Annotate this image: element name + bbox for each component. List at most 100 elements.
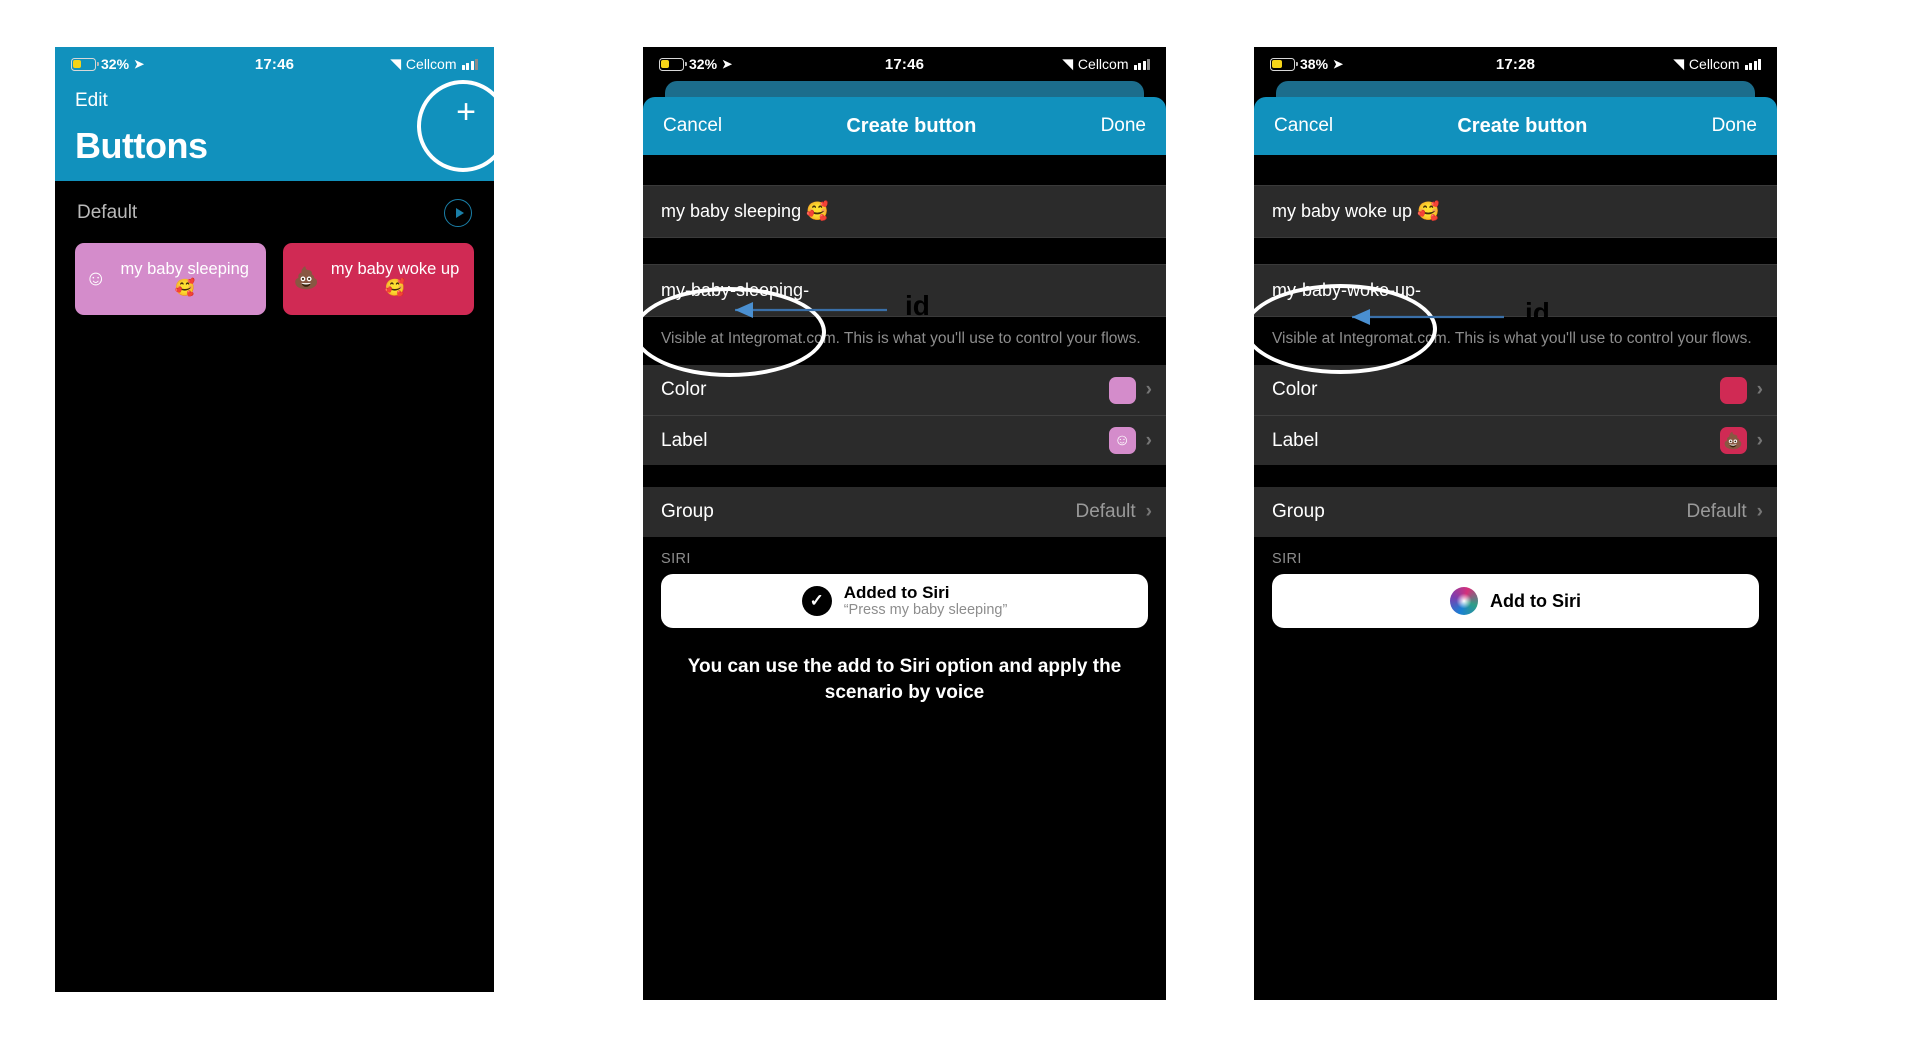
status-bar-right: ◥ Cellcom: [1535, 56, 1761, 72]
carrier-name: Cellcom: [1077, 56, 1129, 72]
group-row-value: Default: [1075, 501, 1136, 523]
color-row[interactable]: Color ›: [643, 365, 1166, 416]
chevron-right-icon: ›: [1145, 429, 1152, 451]
siri-section-label: SIRI: [1254, 537, 1777, 575]
create-button-form: my baby woke up 🥰 my-baby-woke-up- Visib…: [1254, 155, 1777, 629]
group-row[interactable]: Group Default ›: [643, 487, 1166, 538]
label-emoji-swatch: ☺: [1108, 427, 1136, 455]
siri-button-title: Added to Siri: [843, 582, 950, 602]
status-bar-left: 32% ➤: [71, 56, 255, 72]
label-emoji-swatch: 💩: [1719, 427, 1747, 455]
modal-title: Create button: [1457, 114, 1588, 137]
phone-screen-buttons-list: 32% ➤ 17:46 ◥ Cellcom Edit Buttons + Def…: [55, 47, 494, 992]
wifi-icon: ◥: [1062, 56, 1073, 71]
button-tile-label: my baby woke up 🥰: [330, 259, 460, 297]
check-circle-icon: ✓: [801, 586, 832, 617]
button-tile-grid: ☺ my baby sleeping 🥰 💩 my baby woke up 🥰: [55, 233, 494, 315]
cancel-button[interactable]: Cancel: [663, 115, 722, 137]
color-swatch: [1108, 376, 1136, 404]
modal-nav-bar: Cancel Create button Done: [1254, 97, 1777, 155]
button-id-input[interactable]: my-baby-sleeping-: [643, 264, 1166, 317]
label-row-label: Label: [1272, 429, 1319, 451]
done-button[interactable]: Done: [1712, 115, 1757, 137]
color-row-label: Color: [661, 379, 707, 401]
button-tile[interactable]: ☺ my baby sleeping 🥰: [75, 243, 266, 315]
wifi-icon: ◥: [1673, 56, 1684, 71]
location-arrow-icon: ➤: [1333, 57, 1344, 71]
form-gap: [1254, 155, 1777, 185]
status-bar-right: ◥ Cellcom: [924, 56, 1150, 72]
group-row-value: Default: [1686, 501, 1747, 523]
signal-bars-icon: [461, 58, 478, 70]
button-tile-label: my baby sleeping 🥰: [120, 259, 249, 297]
color-swatch: [1719, 376, 1747, 404]
location-arrow-icon: ➤: [722, 57, 733, 71]
battery-icon: [71, 57, 99, 71]
wifi-icon: ◥: [390, 56, 401, 71]
button-id-hint: Visible at Integromat.com. This is what …: [1254, 317, 1777, 366]
modal-title: Create button: [846, 114, 977, 137]
add-button[interactable]: +: [456, 95, 476, 129]
status-bar-left: 38% ➤: [1270, 56, 1496, 72]
status-bar: 32% ➤ 17:46 ◥ Cellcom: [643, 47, 1166, 81]
sheet-backdrop-card: [1276, 81, 1755, 97]
smiley-face-icon: ☺: [85, 267, 107, 290]
group-row-label: Group: [661, 501, 714, 523]
signal-bars-icon: [1133, 58, 1150, 70]
create-button-form: my baby sleeping 🥰 my-baby-sleeping- Vis…: [643, 155, 1166, 706]
status-bar-time: 17:46: [884, 55, 925, 73]
chevron-right-icon: ›: [1756, 379, 1763, 401]
button-id-hint: Visible at Integromat.com. This is what …: [643, 317, 1166, 366]
button-name-input[interactable]: my baby sleeping 🥰: [643, 185, 1166, 238]
button-id-input[interactable]: my-baby-woke-up-: [1254, 264, 1777, 317]
siri-button-title: Add to Siri: [1490, 590, 1581, 611]
buttons-header: Edit Buttons: [55, 81, 494, 181]
status-bar-time: 17:28: [1495, 55, 1536, 73]
form-gap: [1254, 238, 1777, 264]
phone-screen-create-button-sleeping: 32% ➤ 17:46 ◥ Cellcom Cancel Create butt…: [643, 47, 1166, 1000]
color-row[interactable]: Color ›: [1254, 365, 1777, 416]
modal-nav-bar: Cancel Create button Done: [643, 97, 1166, 155]
chevron-right-icon: ›: [1145, 379, 1152, 401]
carrier-name: Cellcom: [1688, 56, 1740, 72]
play-circle-icon[interactable]: [444, 199, 472, 227]
edit-button[interactable]: Edit: [75, 90, 108, 112]
label-row-label: Label: [661, 429, 708, 451]
siri-section-label: SIRI: [643, 537, 1166, 575]
chevron-right-icon: ›: [1756, 429, 1763, 451]
siri-footnote: You can use the add to Siri option and a…: [687, 656, 1122, 703]
modal-sheet: Cancel Create button Done: [643, 81, 1166, 155]
phone-screen-create-button-woke-up: 38% ➤ 17:28 ◥ Cellcom Cancel Create butt…: [1254, 47, 1777, 1000]
location-arrow-icon: ➤: [134, 57, 145, 71]
signal-bars-icon: [1744, 58, 1761, 70]
cancel-button[interactable]: Cancel: [1274, 115, 1333, 137]
battery-percent: 38%: [1300, 56, 1329, 72]
siri-orb-icon: [1450, 587, 1478, 616]
added-to-siri-button[interactable]: ✓ Added to Siri “Press my baby sleeping”: [661, 574, 1148, 629]
form-gap: [643, 238, 1166, 264]
group-row[interactable]: Group Default ›: [1254, 487, 1777, 538]
page-title: Buttons: [75, 125, 208, 166]
help-me-link[interactable]: Help me: [413, 990, 476, 992]
group-row-label: Group: [1272, 501, 1325, 523]
status-bar-right: ◥ Cellcom: [294, 56, 478, 72]
help-banner: Do you still struggle with creating or u…: [75, 990, 476, 992]
carrier-name: Cellcom: [405, 56, 457, 72]
label-row[interactable]: Label 💩 ›: [1254, 415, 1777, 466]
chevron-right-icon: ›: [1756, 501, 1763, 523]
form-gap: [1254, 465, 1777, 488]
poop-icon: 💩: [293, 267, 320, 290]
add-to-siri-button[interactable]: Add to Siri: [1272, 574, 1759, 629]
group-header-row: Default: [55, 181, 494, 233]
label-row[interactable]: Label ☺ ›: [643, 415, 1166, 466]
status-bar: 32% ➤ 17:46 ◥ Cellcom: [55, 47, 494, 81]
buttons-body: Default ☺ my baby sleeping 🥰 💩 my baby w…: [55, 181, 494, 992]
battery-icon: [1270, 57, 1298, 71]
button-name-input[interactable]: my baby woke up 🥰: [1254, 185, 1777, 238]
form-gap: [643, 465, 1166, 488]
battery-percent: 32%: [689, 56, 718, 72]
done-button[interactable]: Done: [1101, 115, 1146, 137]
button-tile[interactable]: 💩 my baby woke up 🥰: [283, 243, 474, 315]
help-text: Do you still struggle with creating or u…: [75, 990, 403, 992]
battery-percent: 32%: [101, 56, 130, 72]
